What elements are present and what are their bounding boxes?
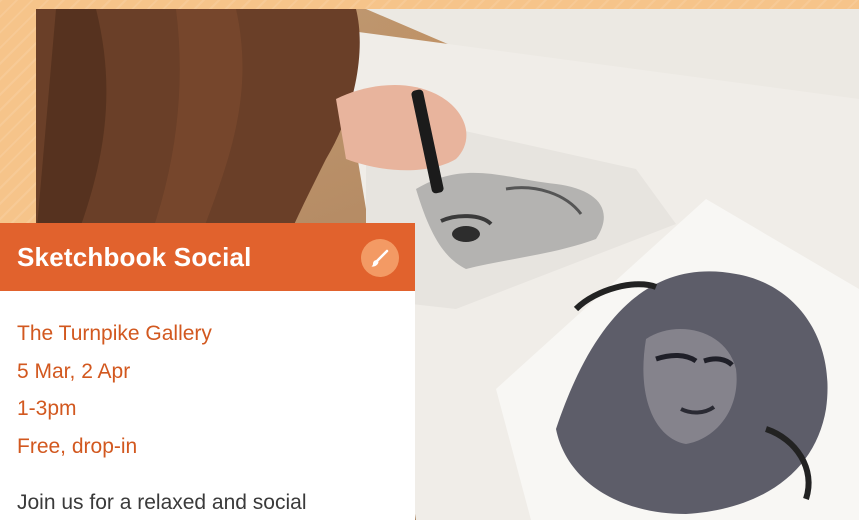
event-venue: The Turnpike Gallery xyxy=(17,322,212,345)
event-dates: 5 Mar, 2 Apr xyxy=(17,359,131,383)
event-card[interactable]: Sketchbook Social The Turnpike Gallery 5… xyxy=(0,223,415,520)
event-price: Free, drop-in xyxy=(17,434,138,458)
event-time: 1-3pm xyxy=(17,397,77,420)
event-page: Sketchbook Social The Turnpike Gallery 5… xyxy=(0,0,859,520)
event-card-header: Sketchbook Social xyxy=(0,223,415,291)
event-card-body: The Turnpike Gallery 5 Mar, 2 Apr 1-3pm … xyxy=(0,291,415,518)
event-description: Join us for a relaxed and social xyxy=(17,491,307,514)
event-title: Sketchbook Social xyxy=(17,241,252,272)
paintbrush-icon xyxy=(361,239,399,277)
